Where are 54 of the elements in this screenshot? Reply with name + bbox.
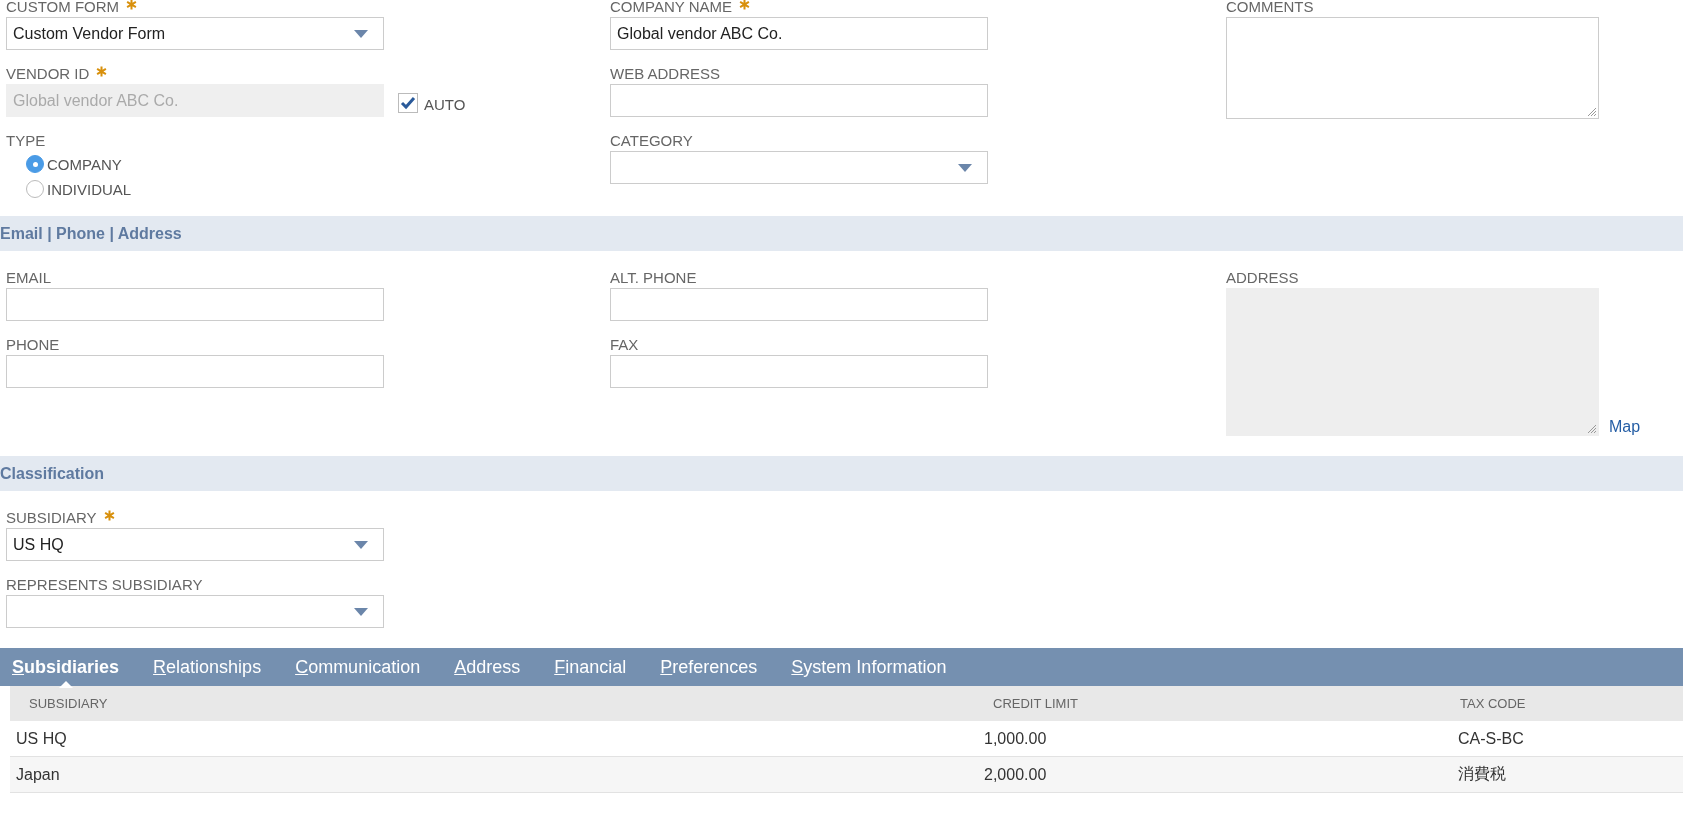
input-field[interactable]: Global vendor ABC Co.: [610, 17, 988, 50]
input-field[interactable]: [610, 355, 988, 388]
tab[interactable]: System Information: [791, 656, 947, 678]
resize-grip-icon[interactable]: [1587, 107, 1597, 117]
field-label: TYPE: [6, 132, 46, 149]
section-header: Classification: [0, 456, 1683, 491]
table-row[interactable]: Japan 2,000.00 消費税: [10, 757, 1683, 793]
column-header: TAX CODE: [1459, 696, 1527, 711]
caret-icon: [353, 539, 369, 550]
field-label: ALT. PHONE: [610, 269, 697, 286]
caret-icon: [957, 162, 973, 173]
input-field[interactable]: [6, 288, 384, 321]
field-label: FAX: [610, 336, 639, 353]
column-header: SUBSIDIARY: [28, 696, 109, 711]
radio-label: COMPANY: [47, 155, 122, 173]
field-label: EMAIL: [6, 269, 51, 286]
tab[interactable]: Address: [454, 656, 521, 678]
text-area[interactable]: [1226, 17, 1599, 119]
input-field[interactable]: [6, 355, 384, 388]
dropdown-field[interactable]: [610, 151, 988, 184]
dropdown-field[interactable]: Custom Vendor Form: [6, 17, 384, 50]
table-cell-text: CA-S-BC: [1457, 729, 1525, 748]
input-field[interactable]: [610, 84, 988, 117]
tab[interactable]: Preferences: [660, 656, 758, 678]
tab-pointer-icon: [58, 680, 73, 688]
column-header: CREDIT LIMIT: [992, 696, 1079, 711]
tab[interactable]: Financial: [554, 656, 627, 678]
tab[interactable]: Subsidiaries: [12, 656, 120, 678]
table-cell-text: 2,000.00: [984, 765, 1048, 784]
field-label: REPRESENTS SUBSIDIARY: [6, 576, 203, 593]
table-cell-text: 1,000.00: [984, 729, 1048, 748]
table-cell-text: Japan: [15, 765, 61, 784]
caret-icon: [353, 606, 369, 617]
field-label: ADDRESS: [1226, 269, 1299, 286]
table-cell-text: US HQ: [15, 729, 68, 748]
tab[interactable]: Communication: [295, 656, 421, 678]
field-label: CUSTOM FORM: [6, 0, 120, 15]
checkbox-label: AUTO: [424, 96, 466, 113]
caret-icon: [353, 28, 369, 39]
field-label: PHONE: [6, 336, 60, 353]
tab[interactable]: Relationships: [153, 656, 262, 678]
radio-button[interactable]: [26, 155, 44, 173]
table-cell-text: 消費税: [1457, 764, 1507, 784]
field-label: SUBSIDIARY: [6, 509, 97, 526]
section-header: Email | Phone | Address: [0, 216, 1683, 251]
field-label: WEB ADDRESS: [610, 65, 721, 82]
field-label: COMMENTS: [1226, 0, 1314, 15]
input-field[interactable]: [610, 288, 988, 321]
field-label: COMPANY NAME: [610, 0, 732, 15]
field-label: CATEGORY: [610, 132, 693, 149]
field-label: VENDOR ID: [6, 65, 90, 82]
dropdown-field[interactable]: US HQ: [6, 528, 384, 561]
radio-label: INDIVIDUAL: [47, 180, 132, 198]
dropdown-field[interactable]: [6, 595, 384, 628]
